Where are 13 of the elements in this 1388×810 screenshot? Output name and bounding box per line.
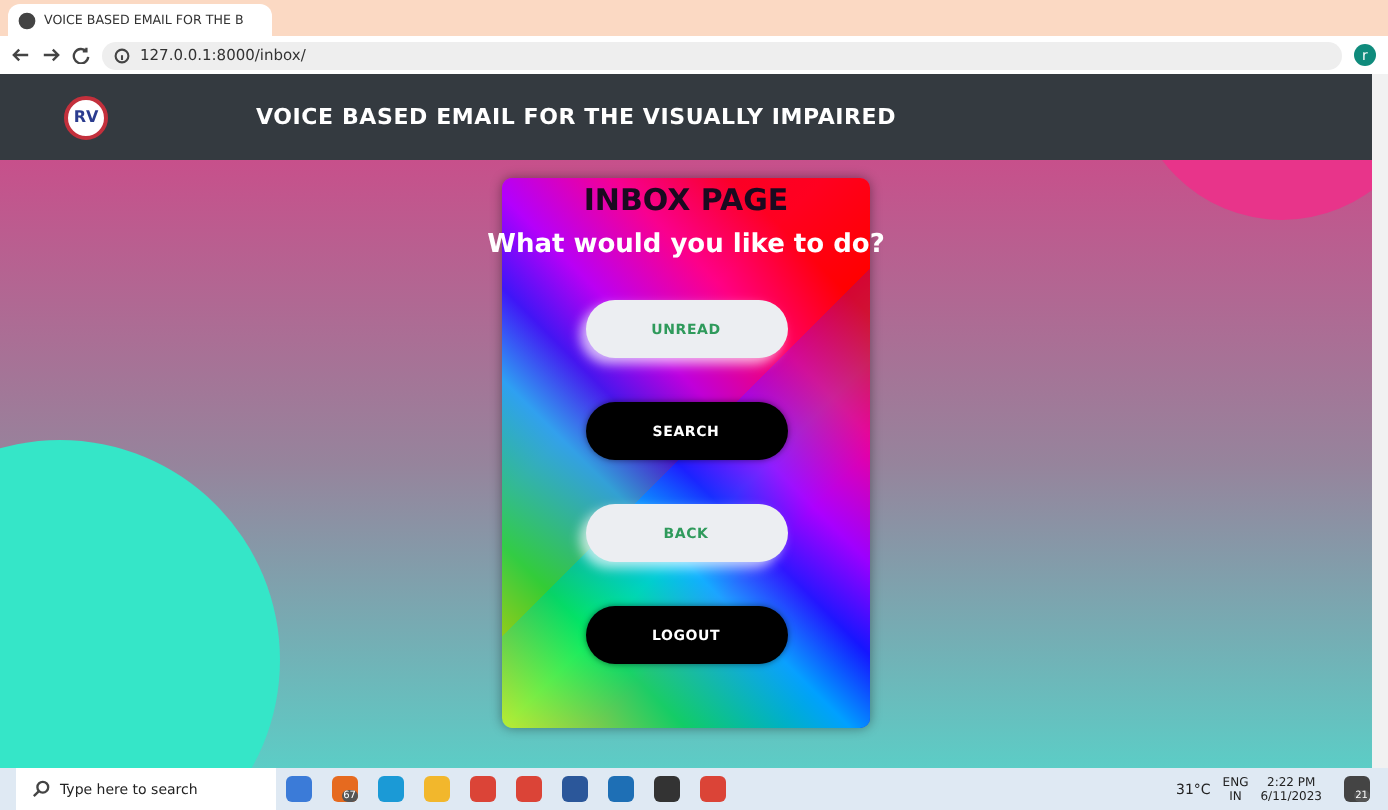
taskbar-app-icon[interactable] xyxy=(562,776,588,802)
taskbar-app-icon[interactable] xyxy=(654,776,680,802)
scrollbar[interactable] xyxy=(1372,74,1388,768)
prompt-text: What would you like to do? xyxy=(487,230,885,260)
info-icon xyxy=(114,47,130,63)
tab-favicon-icon xyxy=(18,11,36,29)
forward-icon[interactable] xyxy=(42,46,60,64)
back-icon[interactable] xyxy=(12,46,30,64)
site-title: VOICE BASED EMAIL FOR THE VISUALLY IMPAIRED xyxy=(256,104,897,130)
logo: RV xyxy=(64,95,108,139)
reload-icon[interactable] xyxy=(72,46,90,64)
search-icon xyxy=(32,780,50,798)
page-heading: INBOX PAGE xyxy=(583,182,789,218)
